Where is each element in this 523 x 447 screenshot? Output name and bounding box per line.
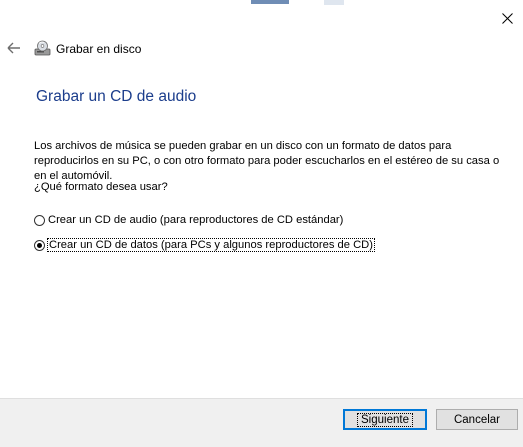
close-icon — [501, 12, 513, 24]
radio-button-selected[interactable] — [34, 239, 45, 251]
next-button[interactable]: Siguiente — [343, 409, 427, 430]
radio-selected-dot — [37, 242, 42, 248]
radio-option-data-cd[interactable]: Crear un CD de datos (para PCs y algunos… — [34, 237, 375, 253]
radio-label-data-cd[interactable]: Crear un CD de datos (para PCs y algunos… — [47, 238, 375, 252]
next-button-label: Siguiente — [357, 412, 413, 427]
background-window-edge — [251, 0, 289, 4]
back-button[interactable] — [5, 40, 23, 56]
back-arrow-icon — [7, 42, 20, 54]
main-instruction: Grabar un CD de audio — [36, 88, 197, 105]
background-window-edge — [324, 0, 344, 5]
radio-option-audio-cd[interactable]: Crear un CD de audio (para reproductores… — [34, 212, 343, 228]
format-question: ¿Qué formato desea usar? — [34, 181, 168, 193]
burn-disc-wizard-window: Grabar en disco Grabar un CD de audio Lo… — [0, 0, 523, 447]
disc-burner-icon — [34, 40, 51, 57]
wizard-header: Grabar en disco — [34, 38, 141, 58]
description-text: Los archivos de música se pueden grabar … — [34, 140, 500, 182]
wizard-footer: Siguiente Cancelar — [0, 398, 523, 447]
radio-label-audio-cd[interactable]: Crear un CD de audio (para reproductores… — [48, 214, 343, 226]
radio-button-unselected[interactable] — [34, 214, 45, 226]
wizard-title: Grabar en disco — [56, 42, 142, 56]
cancel-button[interactable]: Cancelar — [436, 409, 518, 430]
close-button[interactable] — [497, 8, 517, 28]
